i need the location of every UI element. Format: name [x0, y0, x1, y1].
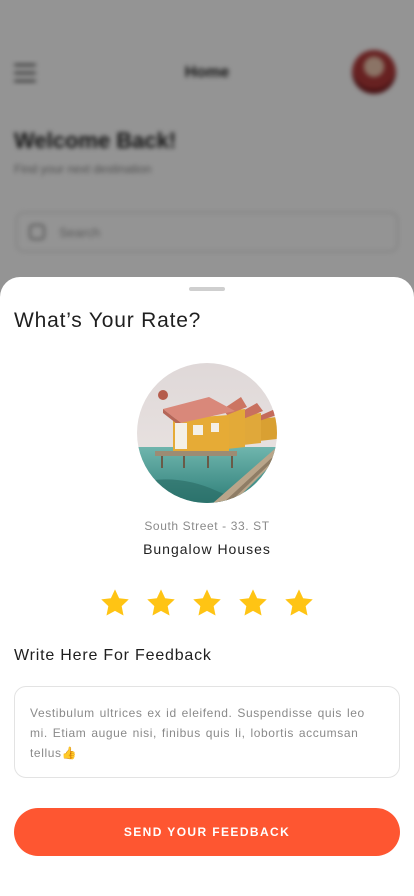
star-rating[interactable] [0, 587, 414, 619]
star-icon[interactable] [191, 587, 223, 619]
feedback-text[interactable]: Vestibulum ultrices ex id eleifend. Susp… [30, 703, 384, 763]
sheet-title: What’s Your Rate? [14, 309, 202, 332]
screen: Home Welcome Back! Find your next destin… [0, 0, 414, 896]
feedback-textarea[interactable]: Vestibulum ultrices ex id eleifend. Susp… [14, 686, 400, 778]
star-icon[interactable] [237, 587, 269, 619]
rating-bottom-sheet: What’s Your Rate? South Street - 33. ST … [0, 277, 414, 896]
place-name: Bungalow Houses [143, 541, 271, 557]
place-address: South Street - 33. ST [144, 519, 270, 533]
feedback-label: Write Here For Feedback [14, 647, 212, 664]
drag-handle[interactable] [189, 287, 225, 291]
place-photo [137, 363, 277, 503]
star-icon[interactable] [283, 587, 315, 619]
star-icon[interactable] [145, 587, 177, 619]
send-feedback-button[interactable]: SEND YOUR FEEDBACK [14, 808, 400, 856]
star-icon[interactable] [99, 587, 131, 619]
